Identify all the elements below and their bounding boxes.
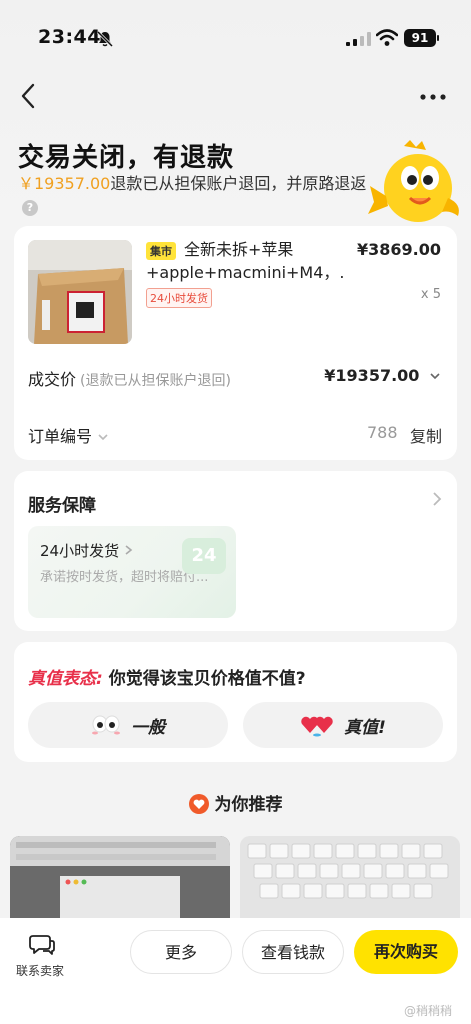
quantity: x 5: [420, 287, 441, 302]
vote-normal-label: 一般: [131, 717, 165, 738]
service-item-title-text: 24小时发货: [40, 542, 120, 560]
heart-badge-icon: [188, 794, 209, 814]
signal-icon: [346, 32, 371, 46]
more-button[interactable]: 更多: [130, 930, 232, 974]
watermark: @稍稍稍: [404, 1004, 453, 1018]
service-badge-24: 24: [182, 538, 226, 574]
copy-button[interactable]: 复制: [410, 423, 442, 447]
deal-price-row: 成交价 (退款已从担保账户退回): [28, 366, 231, 390]
recommend-title: 为你推荐: [0, 790, 471, 815]
back-button[interactable]: [14, 80, 44, 112]
recommend-item-2[interactable]: [240, 836, 460, 926]
wifi-icon: [376, 29, 398, 46]
refund-text: 退款已从担保账户退回，并原路退返: [110, 174, 367, 193]
chevron-down-icon[interactable]: [97, 432, 109, 442]
buy-again-button[interactable]: 再次购买: [354, 930, 458, 974]
chevron-down-icon: [430, 373, 440, 380]
recommend-image-keyboard: [240, 836, 460, 926]
chevron-right-icon: [125, 545, 133, 555]
service-title: 服务保障: [28, 496, 96, 516]
value-question: 真值表态: 你觉得该宝贝价格值不值?: [28, 664, 306, 689]
order-number-label: 订单编号: [28, 427, 93, 446]
product-box-image: [28, 240, 132, 344]
service-card: 服务保障 24小时发货 承诺按时发货，超时将赔付... 24: [14, 471, 457, 631]
redacted-order-number: [210, 416, 390, 444]
more-options-icon[interactable]: [418, 86, 448, 108]
bottom-action-bar: 联系卖家 更多 查看钱款 再次购买: [0, 918, 471, 1024]
ship-tag: 24小时发货: [146, 288, 212, 308]
battery-indicator: 91: [404, 29, 436, 47]
status-time: 23:44: [38, 26, 101, 48]
value-title-highlight: 真值表态:: [28, 669, 103, 689]
refund-amount: ￥19357.00: [18, 174, 111, 193]
view-payment-button[interactable]: 查看钱款: [242, 930, 344, 974]
deal-price[interactable]: ¥19357.00: [324, 366, 441, 385]
neutral-face-icon: [92, 715, 120, 735]
product-title[interactable]: 全新未拆+苹果+apple+macmini+M4，...: [146, 238, 346, 284]
chevron-right-icon[interactable]: [431, 491, 443, 507]
vote-worth-button[interactable]: 真值!: [243, 702, 443, 748]
vote-worth-label: 真值!: [344, 717, 386, 738]
fish-mascot-icon: [368, 140, 459, 222]
service-item-24h[interactable]: 24小时发货 承诺按时发货，超时将赔付... 24: [28, 526, 236, 618]
order-card: 集市 全新未拆+苹果+apple+macmini+M4，... 24小时发货 ¥…: [14, 226, 457, 460]
status-bar: 23:44 91: [0, 0, 471, 76]
recommend-title-text: 为你推荐: [214, 795, 283, 815]
deal-note: (退款已从担保账户退回): [80, 373, 231, 389]
service-item-title: 24小时发货: [40, 540, 134, 561]
contact-seller-label[interactable]: 联系卖家: [16, 962, 64, 979]
battery-tip: [437, 35, 439, 41]
order-number-row: 订单编号: [28, 423, 109, 447]
heart-eyes-icon: [301, 716, 333, 737]
product-image[interactable]: [28, 240, 132, 344]
chat-bubble-icon[interactable]: [29, 932, 55, 956]
recommend-image-office: [10, 836, 230, 926]
value-question-text: 你觉得该宝贝价格值不值?: [108, 669, 306, 689]
vote-normal-button[interactable]: 一般: [28, 702, 228, 748]
value-vote-card: 真值表态: 你觉得该宝贝价格值不值? 一般 真值!: [14, 642, 457, 762]
order-number-tail: 788: [367, 423, 398, 442]
unit-price: ¥3869.00: [356, 240, 441, 259]
refund-description: ￥19357.00退款已从担保账户退回，并原路退返?: [18, 172, 370, 218]
help-icon[interactable]: ?: [22, 199, 38, 216]
deal-label: 成交价: [28, 370, 77, 389]
page-title: 交易关闭，有退款: [18, 143, 235, 173]
deal-price-value: ¥19357.00: [324, 366, 420, 385]
recommend-item-1[interactable]: [10, 836, 230, 926]
bell-off-icon: [96, 30, 114, 48]
